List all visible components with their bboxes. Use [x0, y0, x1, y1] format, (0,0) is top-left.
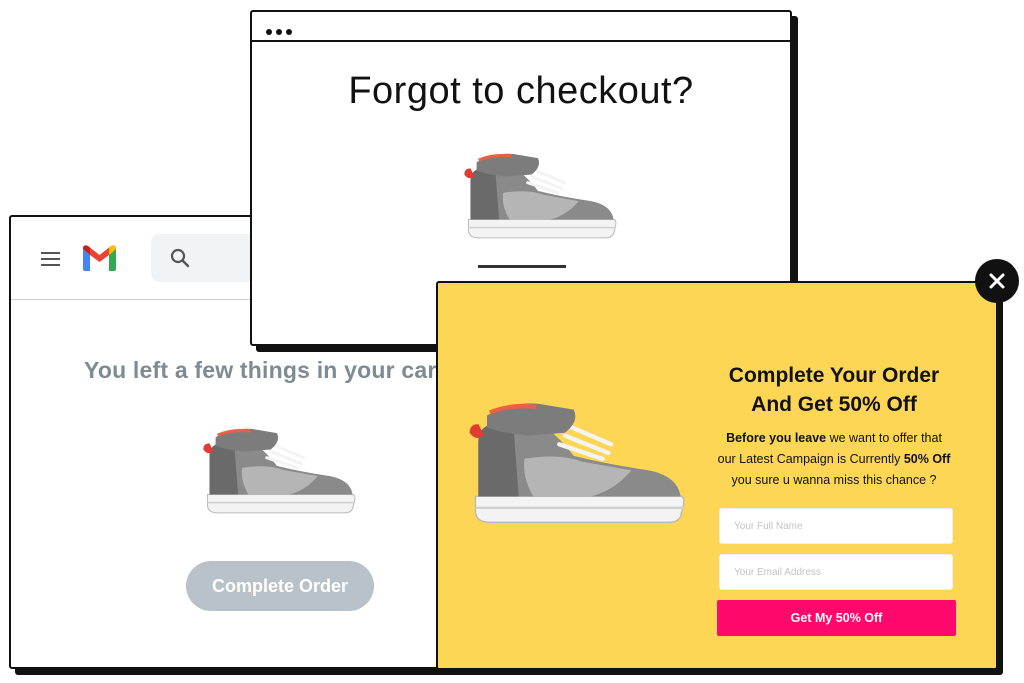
product-shoe-image: [468, 401, 688, 531]
email-heading: You left a few things in your car: [84, 357, 437, 383]
browser-titlebar: [252, 12, 790, 42]
popup-heading-line2: And Get 50% Off: [751, 393, 917, 416]
hamburger-menu-icon[interactable]: [41, 252, 60, 266]
popup-heading-line1: Complete Your Order: [728, 364, 940, 387]
desc-bold-2: 50% Off: [903, 452, 951, 466]
desc-text-2: our Latest Campaign is Currently: [717, 452, 904, 466]
page-title: Forgot to checkout?: [348, 70, 694, 112]
popup-description: Before you leave we want to offer that o…: [700, 428, 968, 491]
get-discount-button[interactable]: Get My 50% Off: [717, 600, 956, 636]
close-popup-button[interactable]: [975, 259, 1019, 303]
desc-text-3: you sure u wanna miss this chance ?: [731, 473, 937, 487]
product-shoe-image: [462, 152, 620, 244]
search-icon: [170, 248, 190, 268]
divider: [478, 265, 566, 268]
gmail-logo: [83, 245, 116, 271]
desc-bold-1: Before you leave: [726, 431, 827, 445]
full-name-field[interactable]: [719, 508, 953, 544]
close-icon: [989, 273, 1005, 289]
discount-popup: Complete Your Order And Get 50% Off Befo…: [436, 281, 998, 670]
desc-text-1: we want to offer that: [826, 431, 942, 445]
popup-heading: Complete Your Order And Get 50% Off: [704, 361, 964, 419]
window-dots: [266, 22, 296, 40]
complete-order-button[interactable]: Complete Order: [186, 561, 374, 611]
email-field[interactable]: [719, 554, 953, 590]
product-shoe-image: [201, 427, 359, 519]
